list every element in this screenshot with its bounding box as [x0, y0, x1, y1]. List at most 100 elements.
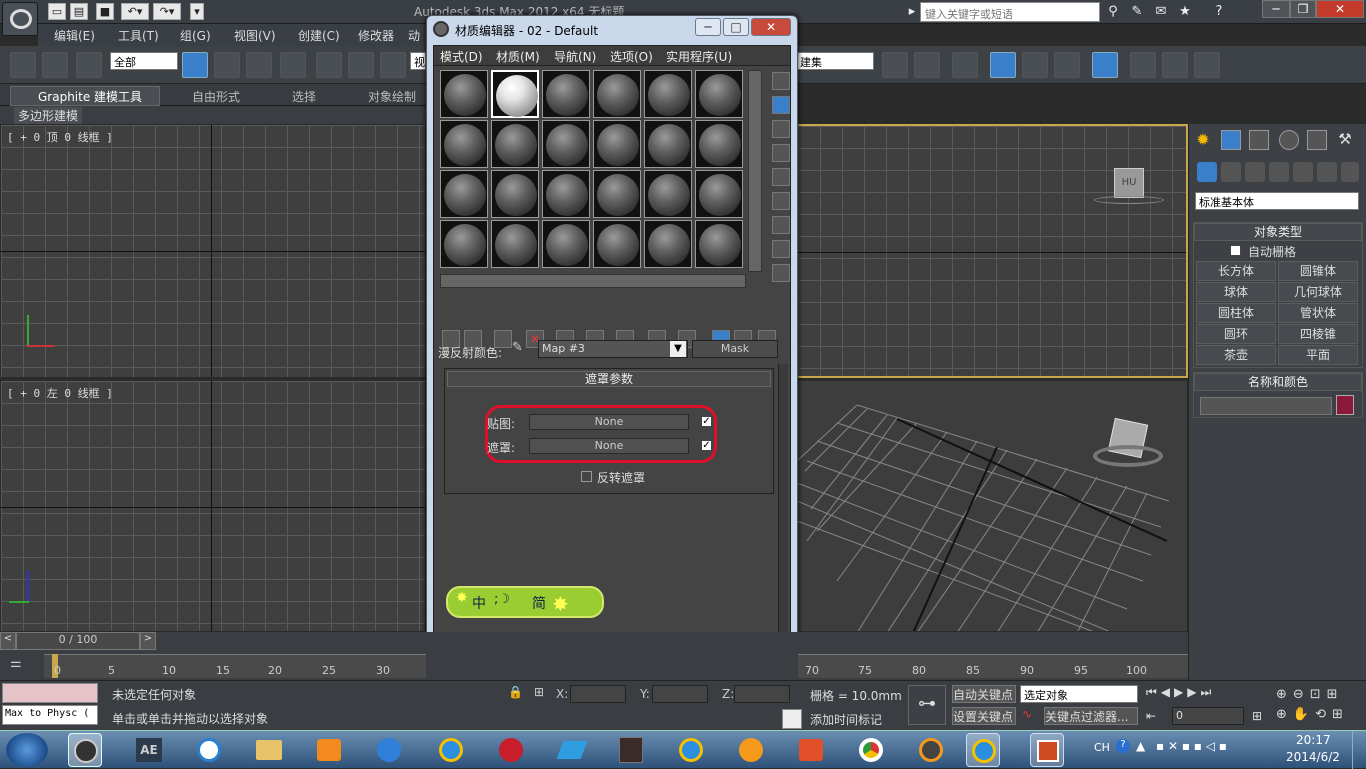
material-sample-slot[interactable] — [542, 220, 590, 268]
name-color-header[interactable]: 名称和颜色 — [1194, 373, 1362, 391]
shapes-icon[interactable] — [1221, 162, 1241, 182]
map-enable-checkbox[interactable]: ✓ — [701, 416, 712, 427]
key-filters-button[interactable]: 关键点过滤器... — [1044, 707, 1138, 725]
plane-button[interactable]: 平面 — [1278, 345, 1358, 365]
reference-coord-dropdown[interactable]: 视 — [410, 52, 426, 70]
material-sample-slot[interactable] — [491, 220, 539, 268]
taskbar-explorer[interactable] — [252, 733, 286, 767]
curve-editor-icon[interactable] — [1022, 52, 1048, 78]
geometry-icon[interactable] — [1197, 162, 1217, 182]
taskbar-aftereffects[interactable]: AE — [132, 733, 166, 767]
maxscript-input[interactable]: Max to Physc ( — [2, 705, 98, 725]
minimize-button[interactable]: ─ — [1262, 0, 1290, 18]
render-setup-icon[interactable] — [1130, 52, 1156, 78]
mat-menu-navigation[interactable]: 导航(N) — [554, 48, 596, 65]
trackbar-menu-icon[interactable]: ⚌ — [10, 656, 32, 676]
lock-selection-icon[interactable]: 🔒 — [508, 685, 523, 699]
current-frame-field[interactable]: 0 — [1172, 707, 1244, 725]
taskbar-ie[interactable] — [434, 733, 468, 767]
slots-hscroll[interactable] — [440, 274, 746, 288]
material-navigator-icon[interactable] — [772, 264, 790, 282]
binoculars-icon[interactable]: ⚲ — [1104, 3, 1122, 21]
layer-manager-icon[interactable] — [952, 52, 978, 78]
tab-graphite[interactable]: Graphite 建模工具 — [38, 88, 142, 105]
map-slot-button[interactable]: None — [529, 414, 689, 430]
material-sample-slot[interactable] — [440, 120, 488, 168]
align-icon[interactable] — [914, 52, 940, 78]
select-by-material-icon[interactable] — [772, 240, 790, 258]
select-object-icon[interactable] — [182, 52, 208, 78]
search-expand-icon[interactable]: ▸ — [906, 3, 918, 21]
viewport-nav-controls[interactable]: ⊕⊖⊡⊞ ⊕✋⟲⊞ — [1276, 685, 1364, 725]
tray-expand-icon[interactable]: ▲ — [1136, 739, 1145, 753]
selection-filter-dropdown[interactable]: 全部 — [110, 52, 178, 70]
material-sample-slot[interactable] — [491, 120, 539, 168]
taskbar-powerpoint[interactable] — [1030, 733, 1064, 767]
maxscript-listener-pink[interactable] — [2, 683, 98, 703]
set-key-button[interactable]: 设置关键点 — [952, 707, 1016, 725]
mat-maximize-button[interactable]: □ — [723, 18, 749, 36]
taskbar-player[interactable] — [914, 733, 948, 767]
map-name-input[interactable]: Map #3 — [538, 340, 688, 358]
rendered-frame-icon[interactable] — [1162, 52, 1188, 78]
undo-icon[interactable]: ↶▾ — [121, 3, 149, 20]
x-coord-field[interactable] — [570, 685, 626, 703]
tab-object-paint[interactable]: 对象绘制 — [368, 88, 416, 105]
motion-tab-icon[interactable] — [1279, 130, 1299, 150]
modify-tab-icon[interactable] — [1221, 130, 1241, 150]
background-icon[interactable] — [772, 120, 790, 138]
material-sample-slot[interactable] — [695, 70, 743, 118]
ime-mode-label[interactable]: 简 — [532, 593, 546, 613]
material-sample-slot[interactable] — [644, 70, 692, 118]
viewport-label-top[interactable]: [ + 0 顶 0 线框 ] — [7, 129, 113, 145]
taskbar-media[interactable] — [312, 733, 346, 767]
ime-toolbar[interactable]: 中 ;☽ 简 ✸ ✸ — [446, 586, 604, 618]
key-mode-toggle-icon[interactable]: ⇤ — [1146, 709, 1156, 723]
map-dropdown-arrow-icon[interactable]: ▼ — [670, 341, 686, 357]
material-sample-slot[interactable] — [491, 70, 539, 118]
z-coord-field[interactable] — [734, 685, 790, 703]
viewport-label-left[interactable]: [ + 0 左 0 线框 ] — [7, 385, 113, 401]
rotate-icon[interactable] — [348, 52, 374, 78]
clock-time[interactable]: 20:17 — [1296, 733, 1331, 747]
menu-tools[interactable]: 工具(T) — [118, 27, 159, 44]
taskbar-game[interactable] — [614, 733, 648, 767]
material-sample-slot[interactable] — [695, 220, 743, 268]
taskbar-chrome[interactable] — [854, 733, 888, 767]
render-teapot-icon[interactable] — [1194, 52, 1220, 78]
bind-space-warp-icon[interactable] — [76, 52, 102, 78]
graphite-toggle-icon[interactable] — [990, 52, 1016, 78]
viewcube-icon[interactable]: HU — [1114, 168, 1144, 198]
schematic-view-icon[interactable] — [1054, 52, 1080, 78]
menu-create[interactable]: 创建(C) — [298, 27, 340, 44]
object-type-header[interactable]: 对象类型 — [1194, 223, 1362, 241]
tools-icon[interactable]: ✎ — [1128, 3, 1146, 21]
tab-selection[interactable]: 选择 — [292, 88, 316, 105]
material-sample-slot[interactable] — [440, 220, 488, 268]
clock-date[interactable]: 2014/6/2 — [1286, 750, 1340, 764]
search-input[interactable]: 键入关键字或短语 — [920, 2, 1100, 22]
link-icon[interactable] — [10, 52, 36, 78]
options-icon[interactable] — [772, 216, 790, 234]
material-sample-slot[interactable] — [593, 220, 641, 268]
trackbar-left[interactable] — [44, 654, 426, 678]
material-sample-slot[interactable] — [593, 120, 641, 168]
set-key-icon[interactable]: ⊶ — [908, 685, 946, 725]
geosphere-button[interactable]: 几何球体 — [1278, 282, 1358, 302]
start-button[interactable] — [6, 733, 48, 767]
mat-menu-options[interactable]: 选项(O) — [610, 48, 653, 65]
mat-menu-material[interactable]: 材质(M) — [496, 48, 540, 65]
time-tag-icon[interactable] — [782, 709, 802, 729]
create-tab-icon[interactable]: ✹ — [1193, 130, 1213, 150]
time-config-icon[interactable]: ⊞ — [1252, 709, 1262, 723]
redo-icon[interactable]: ↷▾ — [153, 3, 181, 20]
box-button[interactable]: 长方体 — [1196, 261, 1276, 281]
timeslider-prev-icon[interactable]: < — [0, 632, 16, 650]
material-sample-slot[interactable] — [542, 70, 590, 118]
object-name-input[interactable] — [1200, 397, 1332, 415]
cameras-icon[interactable] — [1269, 162, 1289, 182]
map-type-button[interactable]: Mask — [692, 340, 778, 358]
communication-icon[interactable]: ✉ — [1152, 3, 1170, 21]
help-icon[interactable]: ? — [1210, 3, 1228, 21]
mat-close-button[interactable]: ✕ — [751, 18, 791, 36]
